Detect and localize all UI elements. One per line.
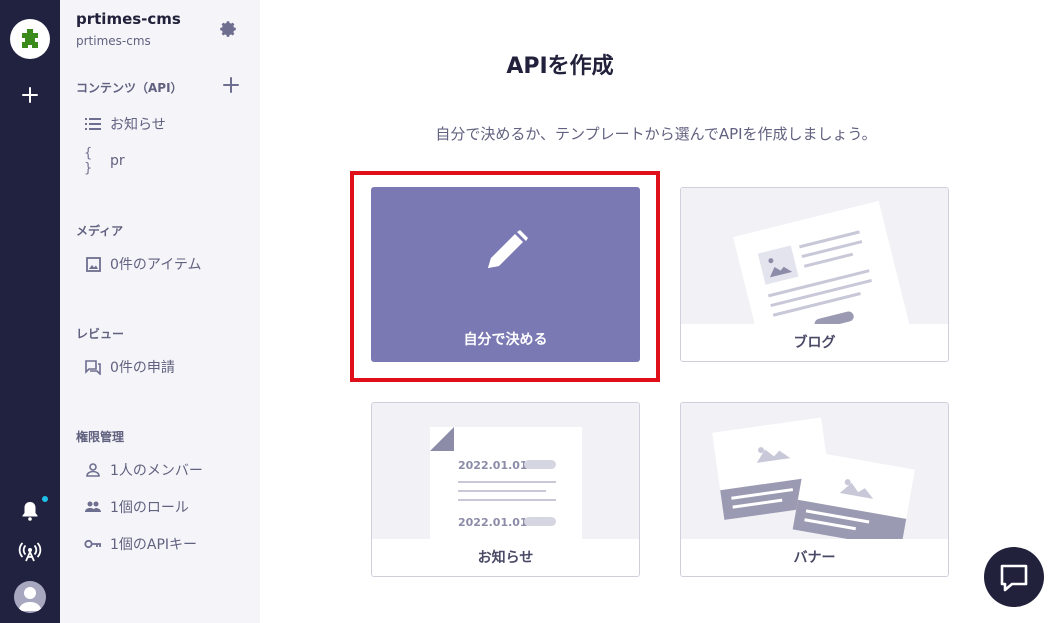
news-date-2: 2022.01.01	[458, 516, 528, 529]
media-section-heading: メディア	[76, 224, 124, 238]
plus-icon	[223, 77, 239, 93]
banner-template-illustration	[681, 403, 948, 539]
content-section-heading: コンテンツ（API）	[76, 81, 183, 95]
sidebar-item-review[interactable]: 0件の申請	[84, 353, 254, 381]
add-service-button[interactable]	[18, 83, 42, 107]
pencil-icon	[482, 228, 532, 278]
banner-template-card[interactable]: バナー	[680, 402, 949, 577]
service-id: prtimes-cms	[76, 34, 151, 48]
settings-gear-icon[interactable]	[217, 18, 239, 40]
user-avatar[interactable]	[14, 581, 46, 613]
news-line	[458, 481, 556, 483]
chat-bubble-icon	[1000, 564, 1028, 592]
sidebar-item-label: 1人のメンバー	[110, 463, 203, 479]
list-icon	[84, 115, 102, 133]
people-icon	[84, 498, 102, 516]
news-date-bar-2	[524, 517, 556, 526]
service-rail	[0, 0, 60, 623]
sidebar-item-label: 1個のAPIキー	[110, 537, 198, 553]
notification-badge	[42, 496, 48, 502]
card-label: お知らせ	[477, 550, 534, 566]
card-label: ブログ	[793, 335, 836, 351]
sidebar-item-media[interactable]: 0件のアイテム	[84, 250, 254, 278]
plus-icon	[22, 87, 38, 103]
sidebar-item-label: 0件の申請	[110, 360, 175, 376]
review-section-heading: レビュー	[76, 327, 125, 341]
sidebar-item-label: お知らせ	[110, 117, 166, 133]
sidebar-item-news[interactable]: お知らせ	[84, 110, 254, 138]
person-icon	[84, 461, 102, 479]
card-label: 自分で決める	[463, 332, 548, 348]
puzzle-icon	[22, 29, 38, 48]
permission-section-heading: 権限管理	[76, 430, 125, 444]
person-icon	[18, 587, 42, 611]
news-date-bar-1	[524, 460, 556, 469]
notification-bell-icon[interactable]	[18, 499, 42, 523]
page-description: 自分で決めるか、テンプレートから選んでAPIを作成しましょう。	[435, 125, 877, 143]
sidebar-item-label: 0件のアイテム	[110, 257, 202, 273]
page-title: APIを作成	[506, 54, 614, 79]
image-icon	[84, 255, 102, 273]
broadcast-icon[interactable]	[18, 540, 42, 564]
blog-template-card[interactable]: ブログ	[680, 187, 949, 362]
news-line	[458, 490, 546, 492]
card-label: バナー	[793, 550, 836, 566]
sidebar-item-label: pr	[110, 153, 125, 169]
braces-icon: { }	[84, 146, 93, 176]
service-logo[interactable]	[10, 19, 50, 59]
sidebar-item-roles[interactable]: 1個のロール	[84, 493, 254, 521]
sidebar-item-api-keys[interactable]: 1個のAPIキー	[84, 530, 254, 558]
create-custom-card[interactable]: 自分で決める	[371, 187, 640, 362]
news-date-1: 2022.01.01	[458, 459, 528, 472]
news-template-card[interactable]: 2022.01.01 2022.01.01 お知らせ	[371, 402, 640, 577]
key-icon	[84, 535, 102, 553]
blog-template-illustration	[681, 188, 948, 324]
sidebar-item-label: 1個のロール	[110, 500, 189, 516]
news-template-illustration: 2022.01.01 2022.01.01	[372, 403, 639, 539]
sidebar-item-pr[interactable]: { } pr	[84, 146, 254, 176]
service-name: prtimes-cms	[76, 10, 181, 28]
news-line	[458, 499, 556, 501]
review-icon	[84, 358, 102, 376]
sidebar-item-members[interactable]: 1人のメンバー	[84, 456, 254, 484]
chat-support-button[interactable]	[984, 547, 1044, 607]
sidebar: prtimes-cms prtimes-cms コンテンツ（API） お知らせ …	[60, 0, 260, 623]
add-api-button[interactable]	[222, 76, 240, 94]
